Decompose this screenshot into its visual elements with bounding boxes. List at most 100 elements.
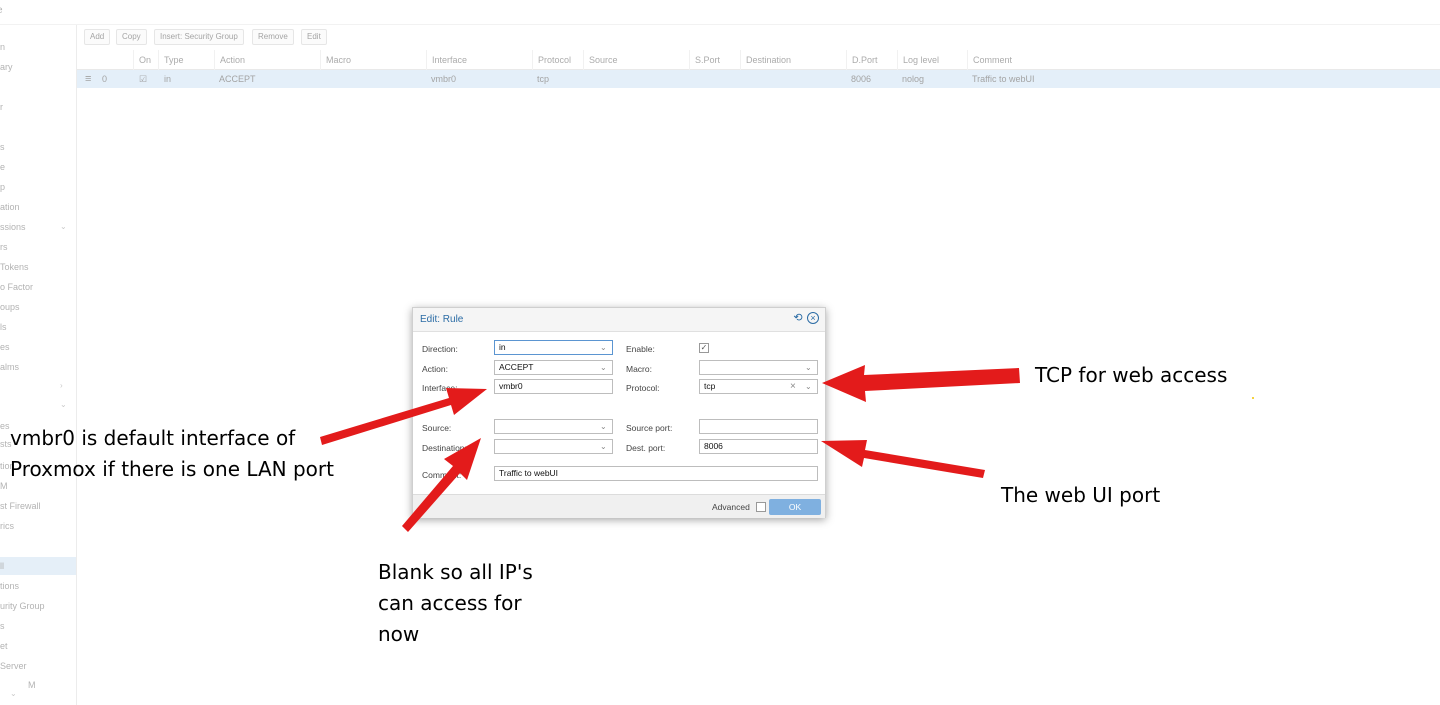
sidebar-item[interactable]: tions [0,577,19,595]
source-port-label: Source port: [626,423,673,433]
sidebar-item[interactable]: ary [0,58,13,76]
comment-value: Traffic to webUI [499,468,559,478]
sidebar-item[interactable]: oups [0,298,20,316]
chevron-down-icon[interactable]: ⌄ [600,341,607,354]
sidebar-item[interactable]: es [0,338,10,356]
row-comment: Traffic to webUI [972,74,1035,84]
source-port-field[interactable] [699,419,818,434]
edit-button[interactable]: Edit [301,29,327,45]
reset-icon[interactable]: ⟲ [792,312,804,324]
sidebar-item[interactable]: urity Group [0,597,45,615]
sidebar: n ary r s e p ation ssions ⌄ rs Tokens o… [0,25,77,705]
add-button[interactable]: Add [84,29,111,45]
sidebar-item[interactable]: alms [0,358,19,376]
column-header-on[interactable]: On [133,50,151,70]
protocol-select[interactable]: tcp × ⌄ [699,379,818,394]
column-header-action[interactable]: Action [214,50,245,70]
sidebar-item[interactable]: e [0,158,5,176]
sidebar-item[interactable]: M [0,477,8,495]
destination-label: Destination: [422,443,467,453]
advanced-label: Advanced [712,502,750,512]
sidebar-item[interactable]: rics [0,517,14,535]
sidebar-item[interactable]: M [28,676,36,694]
row-interface: vmbr0 [431,74,457,84]
interface-note-line2: Proxmox if there is one LAN port [10,457,334,481]
chevron-down-icon[interactable]: ⌄ [600,420,607,433]
source-select[interactable]: ⌄ [494,419,613,434]
protocol-label: Protocol: [626,383,660,393]
column-header-interface[interactable]: Interface [426,50,467,70]
protocol-value: tcp [704,381,716,391]
sidebar-item[interactable]: ls [0,318,7,336]
dest-port-field[interactable]: 8006 [699,439,818,454]
column-header-type[interactable]: Type [158,50,184,70]
source-note-line2: can access for [378,591,522,615]
ok-button[interactable]: OK [769,499,821,515]
source-note-line3: now [378,622,420,646]
enable-checkbox[interactable]: ✓ [699,343,709,353]
row-protocol: tcp [537,74,550,84]
column-header-sport[interactable]: S.Port [689,50,720,70]
dest-port-value: 8006 [704,441,723,451]
copy-button[interactable]: Copy [116,29,147,45]
sidebar-item[interactable]: p [0,178,5,196]
comment-field[interactable]: Traffic to webUI [494,466,818,481]
sidebar-item[interactable]: ssions [0,218,26,236]
sidebar-item[interactable]: o Factor [0,278,33,296]
window-title: e [0,5,3,16]
sidebar-item[interactable]: ation [0,198,20,216]
drag-handle-icon[interactable]: ≡ [85,70,91,88]
column-header-destination[interactable]: Destination [740,50,791,70]
sidebar-item[interactable]: et [0,637,8,655]
action-value: ACCEPT [499,362,534,372]
column-header-protocol[interactable]: Protocol [532,50,571,70]
sidebar-item[interactable]: s [0,617,5,635]
destination-select[interactable]: ⌄ [494,439,613,454]
insert-security-group-button[interactable]: Insert: Security Group [154,29,244,45]
source-label: Source: [422,423,452,433]
enable-label: Enable: [626,344,655,354]
column-header-comment[interactable]: Comment [967,50,1012,70]
interface-note-line1: vmbr0 is default interface of [10,426,296,450]
table-row[interactable]: ≡ 0 ☑ in ACCEPT vmbr0 tcp 8006 nolog Tra… [77,70,1440,88]
advanced-checkbox[interactable] [756,502,766,512]
chevron-right-icon[interactable]: › [60,381,63,390]
chevron-down-icon[interactable]: ⌄ [600,361,607,374]
dialog-header[interactable]: Edit: Rule ⟲ × [413,308,825,332]
chevron-down-icon[interactable]: ⌄ [805,380,812,393]
macro-select[interactable]: ⌄ [699,360,818,375]
top-bar: e [0,0,1440,25]
chevron-down-icon[interactable]: ⌄ [10,689,17,698]
column-header-macro[interactable]: Macro [320,50,351,70]
row-action: ACCEPT [219,74,256,84]
row-position: 0 [102,74,108,84]
sidebar-item[interactable]: s [0,138,5,156]
sidebar-item[interactable]: rs [0,238,8,256]
sidebar-item[interactable]: Tokens [0,258,29,276]
sidebar-item[interactable]: Server [0,657,27,675]
sidebar-item[interactable]: st Firewall [0,497,41,515]
close-icon[interactable]: × [807,312,819,324]
action-select[interactable]: ACCEPT ⌄ [494,360,613,375]
remove-button[interactable]: Remove [252,29,294,45]
sidebar-item[interactable]: es [0,417,10,435]
row-dport: 8006 [851,74,872,84]
row-log-level: nolog [902,74,925,84]
chevron-down-icon[interactable]: ⌄ [60,222,67,231]
interface-field[interactable]: vmbr0 [494,379,613,394]
sidebar-item[interactable]: n [0,38,5,56]
sidebar-item[interactable]: r [0,98,3,116]
clear-icon[interactable]: × [790,380,796,393]
column-header-dport[interactable]: D.Port [846,50,878,70]
protocol-note: TCP for web access [1035,363,1228,387]
direction-select[interactable]: in ⌄ [494,340,613,355]
chevron-down-icon[interactable]: ⌄ [60,400,67,409]
chevron-down-icon[interactable]: ⌄ [600,440,607,453]
sidebar-item-firewall[interactable]: ll [0,557,76,575]
edit-rule-dialog: Edit: Rule ⟲ × Direction: in ⌄ Action: A… [412,307,826,518]
column-header-source[interactable]: Source [583,50,618,70]
column-header-log-level[interactable]: Log level [897,50,939,70]
interface-label: Interface: [422,383,458,393]
row-enabled-checkbox[interactable]: ☑ [139,70,147,88]
chevron-down-icon[interactable]: ⌄ [805,361,812,374]
